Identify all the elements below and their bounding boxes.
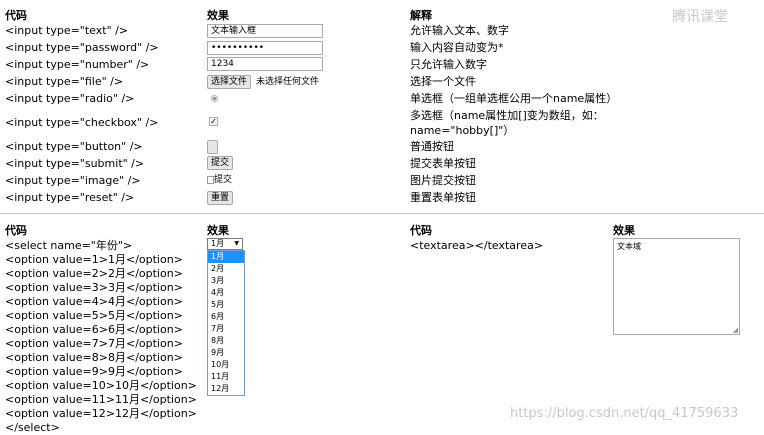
number-input[interactable]: 1234 [207, 57, 323, 71]
csdn-watermark: https://blog.csdn.net/qq_41759633 [510, 406, 739, 421]
code-line: <select name="年份"> [5, 239, 133, 252]
textarea-field[interactable]: 文本域 ◢ [613, 238, 740, 335]
month-option[interactable]: 6月 [208, 311, 244, 323]
code-line: <option value=6>6月</option> [5, 323, 183, 336]
month-option[interactable]: 4月 [208, 287, 244, 299]
textarea-code-header: 代码 [410, 224, 432, 237]
code-checkbox-input: <input type="checkbox" /> [5, 116, 159, 129]
file-status: 未选择任何文件 [256, 77, 320, 87]
code-submit-input: <input type="submit" /> [5, 157, 145, 170]
select-code-block: <select name="年份"> <option value=1>1月</o… [5, 239, 197, 435]
code-line: <option value=3>3月</option> [5, 281, 183, 294]
chevron-down-icon: ▼ [234, 240, 239, 247]
code-password-input: <input type="password" /> [5, 41, 159, 54]
explain-checkbox-input-line2: name="hobby[]"） [410, 124, 515, 137]
code-line: <option value=1>1月</option> [5, 253, 183, 266]
image-submit-button[interactable]: 提交 [207, 175, 232, 186]
explain-button-input: 普通按钮 [410, 140, 454, 153]
code-line: <option value=10>10月</option> [5, 379, 197, 392]
code-line: <option value=2>2月</option> [5, 267, 183, 280]
code-line: <option value=12>12月</option> [5, 407, 197, 420]
month-option[interactable]: 2月 [208, 263, 244, 275]
reset-button[interactable]: 重置 [207, 191, 234, 205]
submit-button[interactable]: 提交 [207, 156, 234, 170]
explain-number-input: 只允许输入数字 [410, 58, 487, 71]
explain-file-input: 选择一个文件 [410, 75, 476, 88]
month-dropdown-list: 1月 2月 3月 4月 5月 6月 7月 8月 9月 10月 11月 12月 [207, 250, 245, 396]
password-input[interactable]: •••••••••• [207, 41, 323, 55]
month-select[interactable]: 1月 ▼ [207, 238, 243, 250]
month-select-value: 1月 [211, 239, 225, 248]
plain-button[interactable] [207, 140, 218, 154]
code-line: <option value=11>11月</option> [5, 393, 197, 406]
code-line: <option value=9>9月</option> [5, 365, 183, 378]
explain-reset-input: 重置表单按钮 [410, 191, 476, 204]
textarea-effect-header: 效果 [613, 224, 635, 237]
code-line: </select> [5, 421, 60, 434]
code-image-input: <input type="image" /> [5, 174, 141, 187]
code-line: <option value=8>8月</option> [5, 351, 183, 364]
code-number-input: <input type="number" /> [5, 58, 150, 71]
tencent-classroom-watermark: 腾讯课堂 [672, 9, 728, 25]
explain-image-input: 图片提交按钮 [410, 174, 476, 187]
image-alt-text: 提交 [214, 175, 233, 185]
code-line: <option value=7>7月</option> [5, 337, 183, 350]
month-option[interactable]: 7月 [208, 323, 244, 335]
section-divider [0, 213, 764, 214]
select-code-header: 代码 [5, 224, 27, 237]
explain-radio-input: 单选框（一组单选框公用一个name属性） [410, 92, 618, 105]
code-line: <option value=4>4月</option> [5, 295, 183, 308]
checkbox[interactable]: ✓ [209, 117, 218, 126]
resize-handle-icon[interactable]: ◢ [733, 326, 738, 334]
code-header: 代码 [5, 9, 27, 22]
month-option[interactable]: 1月 [208, 251, 244, 263]
code-line: <option value=5>5月</option> [5, 309, 183, 322]
code-button-input: <input type="button" /> [5, 140, 143, 153]
month-option[interactable]: 5月 [208, 299, 244, 311]
code-reset-input: <input type="reset" /> [5, 191, 135, 204]
month-option[interactable]: 3月 [208, 275, 244, 287]
month-option[interactable]: 12月 [208, 383, 244, 395]
code-radio-input: <input type="radio" /> [5, 92, 135, 105]
explain-header: 解释 [410, 9, 432, 22]
month-option[interactable]: 10月 [208, 359, 244, 371]
month-option[interactable]: 9月 [208, 347, 244, 359]
choose-file-button[interactable]: 选择文件 [207, 75, 252, 89]
textarea-value: 文本域 [617, 242, 641, 251]
code-text-input: <input type="text" /> [5, 24, 129, 37]
broken-image-icon [207, 175, 214, 184]
effect-header: 效果 [207, 9, 229, 22]
month-option[interactable]: 11月 [208, 371, 244, 383]
radio-button[interactable] [211, 95, 218, 102]
text-input[interactable]: 文本输入框 [207, 24, 323, 38]
select-effect-header: 效果 [207, 224, 229, 237]
explain-submit-input: 提交表单按钮 [410, 157, 476, 170]
explain-password-input: 输入内容自动变为* [410, 41, 504, 54]
textarea-code: <textarea></textarea> [410, 239, 544, 252]
month-option[interactable]: 8月 [208, 335, 244, 347]
explain-text-input: 允许输入文本、数字 [410, 24, 509, 37]
code-file-input: <input type="file" /> [5, 75, 124, 88]
